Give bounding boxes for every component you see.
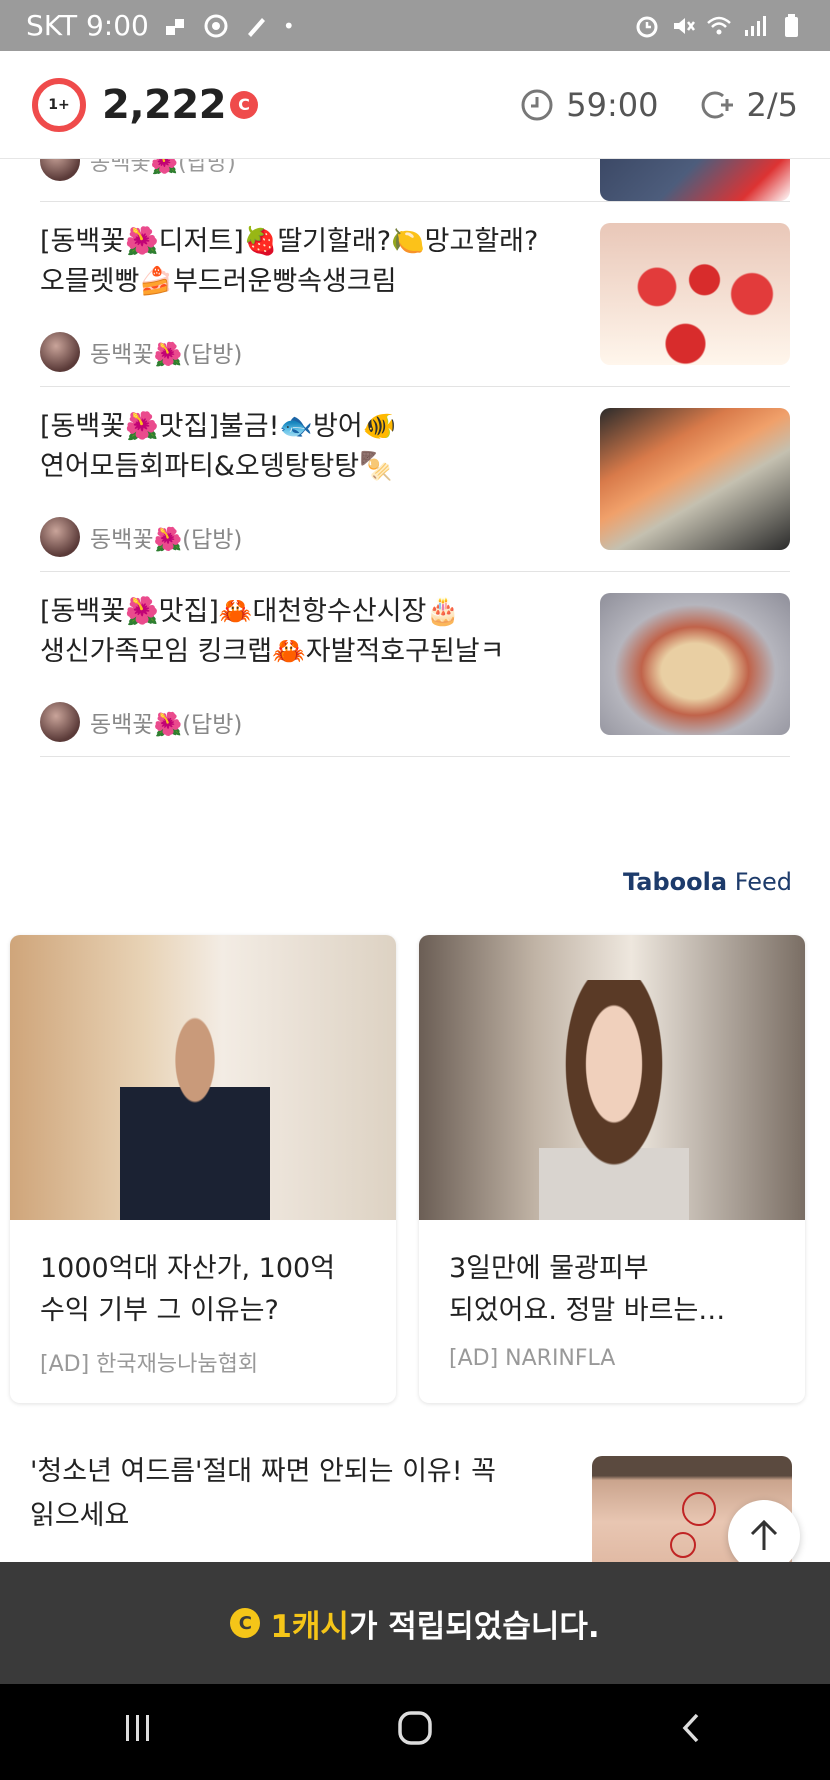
back-button[interactable] [632,1711,752,1754]
highlight-circle [682,1492,716,1526]
article-title: [동백꽃🌺디저트]🍓딸기할래?🍋망고할래? 오믈렛빵🍰부드러운빵속생크림 [40,222,580,302]
ad-title-line: 되었어요. 정말 바르는… [449,1295,726,1326]
author-name: 동백꽃🌺(답방) [90,527,243,553]
app-header: 1+ 2,222 C 59:00 2/5 [0,51,830,159]
toast-message: 가 적립되었습니다. [348,1608,600,1645]
article-title-line: '청소년 여드름'절대 짜면 안되는 이유! 꼭 [30,1456,497,1487]
article-title-line: 오믈렛빵🍰부드러운빵속생크림 [40,266,397,297]
coin-plus-icon [701,91,733,118]
article-title-line: [동백꽃🌺맛집]🦀대천항수산시장🎂 [40,596,461,627]
article-thumbnail [600,408,790,550]
clock-icon [521,89,553,120]
notification-icon [165,18,184,35]
list-item[interactable]: [동백꽃🌺디저트]🍓딸기할래?🍋망고할래? 오믈렛빵🍰부드러운빵속생크림 동백꽃… [40,202,790,387]
article-author: 동백꽃🌺(답방) [40,517,242,557]
pen-notification-icon [247,17,265,37]
feed-label: Feed [734,868,792,896]
article-title-line: [동백꽃🌺디저트]🍓딸기할래?🍋망고할래? [40,226,539,257]
article-thumbnail [600,593,790,735]
avatar [40,332,80,372]
article-author: 동백꽃🌺(답방) [40,332,242,372]
carrier-time: SKT 9:00 [26,9,149,42]
timer-stat: 59:00 [520,85,659,124]
ad-title-line: 3일만에 물광피부 [449,1253,649,1284]
author-name: 동백꽃🌺(답방) [90,712,243,738]
avatar [40,159,80,181]
cash-coin-icon: C [230,1608,261,1638]
ad-source: [AD] 한국재능나눔협회 [40,1352,259,1377]
battery-icon [785,13,798,37]
ad-image [10,935,396,1220]
ad-source: [AD] NARINFLA [449,1346,616,1371]
mute-icon [674,17,695,34]
count-value: 2/5 [746,85,799,124]
ad-card[interactable]: 3일만에 물광피부 되었어요. 정말 바르는… [AD] NARINFLA [419,935,805,1403]
app-screen: SKT 9:00 • 1+ 2,222 C 59:00 2/5 동백꽃🌺(답방)… [0,0,830,1780]
author-name: 동백꽃🌺(답방) [90,159,236,176]
signal-icon [745,15,766,36]
ad-title: 3일만에 물광피부 되었어요. 정말 바르는… [419,1220,805,1340]
system-nav-bar [0,1684,830,1780]
level-badge-label: 1+ [48,96,70,113]
author-name: 동백꽃🌺(답방) [90,342,243,368]
status-left: SKT 9:00 • [26,9,295,42]
wifi-icon [707,16,731,34]
list-item[interactable]: [동백꽃🌺맛집]🦀대천항수산시장🎂 생신가족모임 킹크랩🦀자발적호구된날ㅋ 동백… [40,572,790,757]
avatar [40,517,80,557]
count-stat: 2/5 [699,85,799,124]
alarm-icon [636,16,658,37]
arrow-up-icon [750,1519,778,1550]
ad-title: 1000억대 자산가, 100억 수익 기부 그 이유는? [10,1220,396,1340]
list-item[interactable]: [동백꽃🌺맛집]불금!🐟방어🐠 연어모듬회파티&오뎅탕탕탕🍢 동백꽃🌺(답방) [40,387,790,572]
recents-button[interactable] [78,1711,198,1754]
status-bar: SKT 9:00 • [0,0,830,51]
highlight-circle [670,1532,696,1558]
article-author: 동백꽃🌺(답방) [40,159,236,181]
avatar [40,702,80,742]
coin-icon: C [230,90,259,119]
article-list: 동백꽃🌺(답방) [동백꽃🌺디저트]🍓딸기할래?🍋망고할래? 오믈렛빵🍰부드러운… [40,159,790,757]
article-title-line: 생신가족모임 킹크랩🦀자발적호구된날ㅋ [40,636,505,667]
article-thumbnail [600,159,790,201]
back-icon [682,1713,698,1742]
list-item[interactable]: 동백꽃🌺(답방) [40,159,790,202]
taboola-logo: Taboola [623,868,728,896]
cash-toast: C 1캐시 가 적립되었습니다. [0,1562,830,1684]
home-button[interactable] [355,1709,475,1756]
status-right [634,13,804,39]
article-title: [동백꽃🌺맛집]불금!🐟방어🐠 연어모듬회파티&오뎅탕탕탕🍢 [40,407,580,487]
sponsored-article-title[interactable]: '청소년 여드름'절대 짜면 안되는 이유! 꼭 읽으세요 [30,1450,530,1538]
ad-title-line: 수익 기부 그 이유는? [40,1295,279,1326]
more-notifications-dot: • [282,13,295,38]
article-title-line: 읽으세요 [30,1500,130,1531]
points-total: 2,222 [102,81,227,128]
level-badge[interactable]: 1+ [32,77,86,132]
ad-image [419,935,805,1220]
home-icon [398,1710,432,1745]
taboola-feed-label[interactable]: Taboola Feed [623,868,792,896]
article-title-line: 연어모듬회파티&오뎅탕탕탕🍢 [40,451,393,482]
toast-highlight: 1캐시 [270,1608,349,1645]
article-title: [동백꽃🌺맛집]🦀대천항수산시장🎂 생신가족모임 킹크랩🦀자발적호구된날ㅋ [40,592,580,672]
timer-value: 59:00 [566,85,659,124]
article-author: 동백꽃🌺(답방) [40,702,242,742]
ad-title-line: 1000억대 자산가, 100억 [40,1253,336,1284]
header-stats: 59:00 2/5 [520,86,798,124]
article-title-line: [동백꽃🌺맛집]불금!🐟방어🐠 [40,411,397,442]
article-thumbnail [600,223,790,365]
recents-icon [126,1714,150,1741]
ad-card[interactable]: 1000억대 자산가, 100억 수익 기부 그 이유는? [AD] 한국재능나… [10,935,396,1403]
app-notification-icon [204,14,228,37]
